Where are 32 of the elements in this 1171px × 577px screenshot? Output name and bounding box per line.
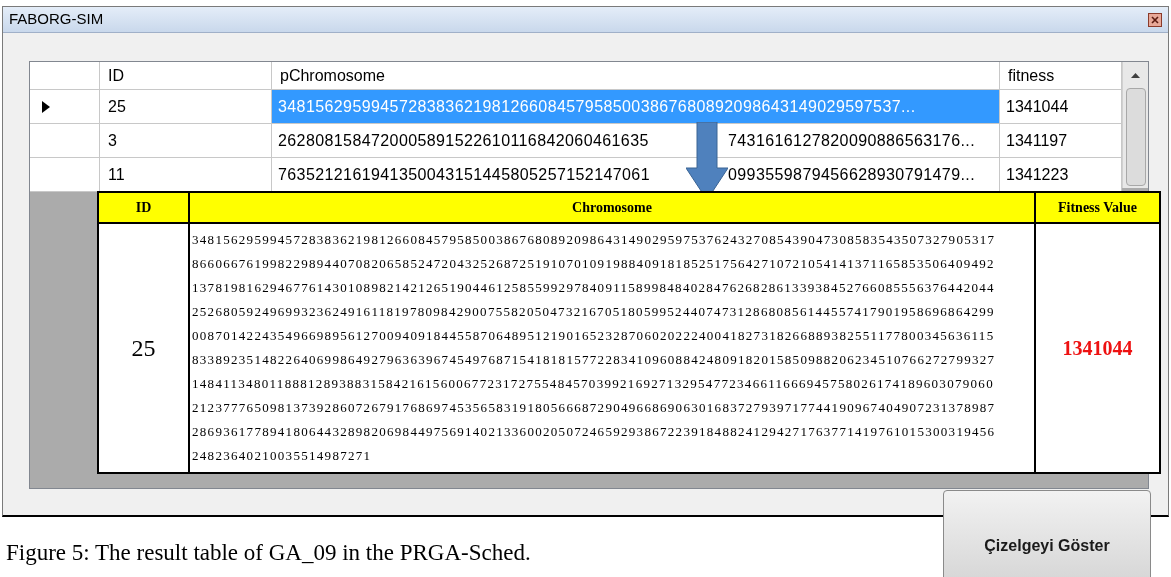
column-header[interactable]: pChromosome — [272, 62, 1000, 90]
chromosome-line: 0087014224354966989561270094091844558706489512190165232870602022240041827318266889382551177800345636115 — [192, 327, 995, 345]
close-icon — [1151, 15, 1159, 24]
cell-text: 0993559879456628930791479... — [728, 164, 975, 185]
chromosome-line: 2869361778941806443289820698449756914021336002050724659293867223918488241294271763771419761015300319456 — [192, 423, 996, 441]
window-title: FABORG-SIM — [9, 9, 104, 30]
chromosome-line: 8660667619982298944070820658524720432526872519107010919884091818525175642710721054141371165853506409492 — [192, 255, 995, 273]
scroll-thumb[interactable] — [1125, 88, 1146, 186]
table-cell: 25 — [99, 224, 190, 472]
row-header[interactable] — [30, 158, 100, 192]
chromosome-line: 2123777650981373928607267917686974535658319180566687290496686906301683727939717744190967404907231378987 — [192, 399, 996, 417]
table-cell-text: 1341044 — [1061, 336, 1134, 361]
cell-text: 2628081584720005891522610116842060461635 — [278, 130, 650, 151]
close-button[interactable] — [1148, 12, 1162, 27]
chromosome-line: 8338923514822640699864927963639674549768715418181577228341096088424809182015850988206234510766272799327 — [192, 351, 996, 369]
column-header: ID — [99, 193, 190, 222]
current-row-icon — [42, 100, 50, 113]
chromosome-line: 24823640210035514987271 — [192, 447, 372, 465]
column-header: Fitness Value — [1057, 199, 1138, 217]
show-schedule-button[interactable]: Çizelgeyi Göster — [943, 490, 1151, 577]
column-header: Chromosome — [190, 193, 1036, 222]
column-header[interactable]: fitness — [1000, 62, 1122, 90]
chromosome-line: 1484113480118881289388315842161560067723172755484570399216927132954772346611666945758026174189603079060 — [192, 375, 994, 393]
cell-text: 7635212161941350043151445805257152147061 — [278, 164, 651, 185]
scrollbar[interactable] — [1122, 62, 1148, 188]
chromosome-line: 2526805924969932362491611819780984290075582050473216705180599524407473128680856144557417901958696864299 — [192, 303, 995, 321]
column-header[interactable]: ID — [100, 62, 272, 90]
up-arrow-icon — [1131, 72, 1140, 78]
chromosome-line: 1378198162946776143010898214212651904461258559929784091158998484028476268286133938452766085556376442044 — [192, 279, 995, 297]
cell-text: 7431616127820090886563176... — [728, 130, 975, 151]
figure-caption: Figure 5: The result table of GA_09 in the PRGA-Sched. — [6, 539, 531, 567]
chromosome-line: 3481562959945728383621981266084579585003867680892098643149029597537624327085439047308583543507327905317 — [192, 231, 996, 249]
